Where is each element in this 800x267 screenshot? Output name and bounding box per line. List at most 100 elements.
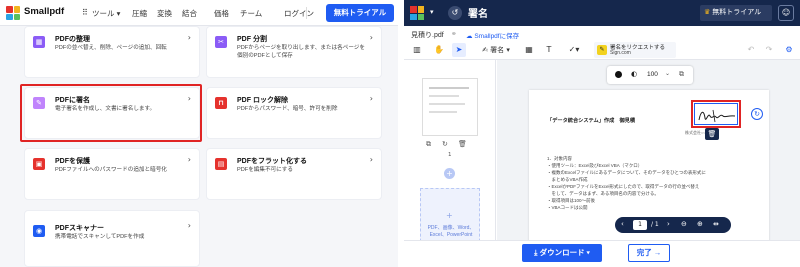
free-trial-button[interactable]: 無料トライアル [326, 4, 394, 22]
fit-width-icon[interactable]: ⇹ [713, 220, 719, 228]
cloud-check-icon: ☁ [466, 33, 473, 40]
current-page-input[interactable]: 1 [633, 220, 647, 230]
sign-editor: ▾ ↺ 署名 ♛ 無料トライアル ☺ 見積り.pdf ⚭ ☁ Smallpdfに… [404, 0, 800, 267]
copy-icon[interactable]: ⧉ [426, 140, 431, 149]
chevron-right-icon: › [369, 94, 373, 103]
sidebar-toggle-icon[interactable]: ▥ [410, 43, 424, 57]
nav-merge[interactable]: 結合 [182, 8, 197, 19]
zoom-out-icon[interactable]: ⊖ [681, 220, 687, 228]
back-icon[interactable]: ↺ [448, 6, 462, 20]
card-title: PDFをフラット化する [237, 158, 307, 165]
tool-card-organize[interactable]: ▦ PDFの整理 PDFの並べ替え、削除、ページの追加、回転 › [24, 26, 200, 78]
done-label: 完了 [636, 248, 652, 257]
nav-compress[interactable]: 圧縮 [132, 8, 147, 19]
smallpdf-logo-icon[interactable] [410, 6, 424, 20]
doc-line: 1．対象内容 [547, 156, 573, 161]
thumb-line [429, 111, 457, 113]
doc-line: をして、データはまず、ある項目名の内容で分ける。 [547, 191, 659, 196]
signature-style-toolbar: ◐ 100 ⌄ ⧉ [607, 66, 693, 84]
doc-line: ・ExcelかPDFファイルをExcel形式にしたので、取得データの行の並べ替え [547, 184, 700, 189]
zoom-in-icon[interactable]: ⊕ [697, 220, 703, 228]
tool-card-protect[interactable]: ▣ PDFを保護 PDFファイルへのパスワードの追加と暗号化 › [24, 148, 200, 200]
thumb-line [429, 103, 465, 105]
card-title: PDFの整理 [55, 36, 90, 43]
card-title: PDF ロック解除 [237, 97, 288, 104]
plus-icon: + [446, 211, 453, 220]
card-desc: PDFの並べ替え、削除、ページの追加、回転 [55, 45, 167, 51]
nav-pricing[interactable]: 価格 [214, 8, 229, 19]
trash-icon[interactable]: 🗑 [705, 128, 719, 140]
trial-label: 無料トライアル [712, 9, 762, 16]
checkmark-icon[interactable]: ✓▾ [564, 43, 584, 57]
undo-icon[interactable]: ↶ [744, 43, 758, 57]
user-icon[interactable]: ☺ [778, 5, 794, 21]
bottom-bar [404, 240, 800, 267]
opacity-icon[interactable]: ◐ [631, 70, 637, 78]
nav-convert[interactable]: 変換 [157, 8, 172, 19]
smallpdf-logo-icon[interactable] [6, 6, 20, 20]
link-icon[interactable]: ⚭ [451, 30, 457, 38]
crown-icon: ♛ [704, 9, 711, 16]
color-black-icon[interactable] [615, 71, 622, 78]
file-name[interactable]: 見積り.pdf [411, 30, 444, 40]
editor-title: 署名 [468, 9, 488, 20]
top-nav: Smallpdf ⠿ ツール ▾ 圧縮 変換 結合 価格 チーム ログイン 無料… [0, 0, 398, 26]
rotate-icon[interactable]: ↻ [442, 140, 448, 148]
add-page-icon[interactable]: + [444, 168, 455, 179]
doc-line: ・複数のExcelファイルにあるデータについて、そのデータをひとつの表形式に [547, 170, 706, 175]
redo-icon[interactable]: ↷ [762, 43, 776, 57]
card-desc: PDFからページを取り出します、または各ページを個別のPDFとして保存 [237, 45, 365, 59]
pointer-icon[interactable]: ➤ [452, 43, 466, 57]
grid-icon[interactable]: ⠿ [82, 8, 88, 17]
text-icon[interactable]: T [542, 43, 556, 57]
card-title: PDF 分割 [237, 36, 267, 43]
total-pages: / 1 [651, 221, 659, 228]
scissors-icon: ✂ [215, 36, 227, 48]
card-desc: PDFファイルへのパスワードの追加と暗号化 [55, 167, 167, 173]
sign-tool-button[interactable]: ✍ 署名 ▾ [476, 43, 516, 57]
chevron-right-icon: › [369, 33, 373, 42]
flatten-icon: ▤ [215, 158, 227, 170]
tool-card-unlock[interactable]: ⊓ PDF ロック解除 PDFからパスワード、暗号、許可を削除 › [206, 87, 382, 139]
card-title: PDFスキャナー [55, 225, 104, 232]
page-number: 1 [448, 152, 452, 158]
doc-line: ・VBAコードは公開 [547, 205, 588, 210]
tool-card-scanner[interactable]: ◉ PDFスキャナー 携帯電話でスキャンしてPDFを作成 › [24, 210, 200, 267]
doc-line: まとめるVBA作成 [547, 177, 588, 182]
chevron-down-icon[interactable]: ⌄ [665, 70, 670, 77]
saved-status[interactable]: ☁ Smallpdfに保存 [466, 30, 519, 40]
chevron-left-icon[interactable]: ‹ [621, 220, 624, 228]
done-button[interactable]: 完了 → [628, 244, 670, 262]
free-trial-button[interactable]: ♛ 無料トライアル [700, 5, 772, 21]
card-desc: PDFを編集不可にする [237, 167, 293, 173]
signature-drawing [698, 109, 736, 123]
opacity-value[interactable]: 100 [647, 71, 658, 78]
tool-card-flatten[interactable]: ▤ PDFをフラット化する PDFを編集不可にする › [206, 148, 382, 200]
page-navigator: ‹ 1 / 1 › ⊖ ⊕ ⇹ [615, 217, 731, 233]
pen-icon: ✎ [597, 45, 607, 55]
brand-name[interactable]: Smallpdf [24, 6, 64, 17]
login-link[interactable]: ログイン [284, 8, 314, 19]
trash-icon[interactable]: 🗑 [458, 140, 467, 148]
doc-line: ・使用ツール：Excel及びExcel VBA（マクロ） [547, 163, 643, 168]
download-button[interactable]: ⤓ ダウンロード ▾ [522, 244, 602, 262]
chevron-right-icon: › [187, 33, 191, 42]
chevron-right-icon[interactable]: › [667, 220, 670, 228]
chevron-down-icon[interactable]: ▾ [430, 8, 434, 16]
highlight-box [20, 84, 202, 142]
hand-icon[interactable]: ✋ [432, 43, 446, 57]
tool-card-split[interactable]: ✂ PDF 分割 PDFからページを取り出します、または各ページを個別のPDFと… [206, 26, 382, 78]
signature-field[interactable] [694, 103, 738, 125]
rotate-icon[interactable]: ↻ [751, 108, 763, 120]
signature-icon: ✍ [482, 46, 488, 54]
nav-team[interactable]: チーム [240, 8, 262, 19]
upload-hint: PDF、画像、Word、Excel、PowerPoint [427, 225, 475, 238]
sign-com-label: Sign.com [610, 50, 631, 56]
calendar-icon[interactable]: ▦ [522, 43, 536, 57]
settings-icon[interactable]: ⚙ [782, 43, 796, 57]
page-thumbnail[interactable] [422, 78, 478, 136]
request-signature-button[interactable]: ✎ 署名をリクエストする Sign.com [594, 42, 676, 58]
copy-icon[interactable]: ⧉ [679, 70, 684, 79]
card-desc: PDFからパスワード、暗号、許可を削除 [237, 106, 338, 112]
nav-tools[interactable]: ツール ▾ [92, 8, 120, 19]
